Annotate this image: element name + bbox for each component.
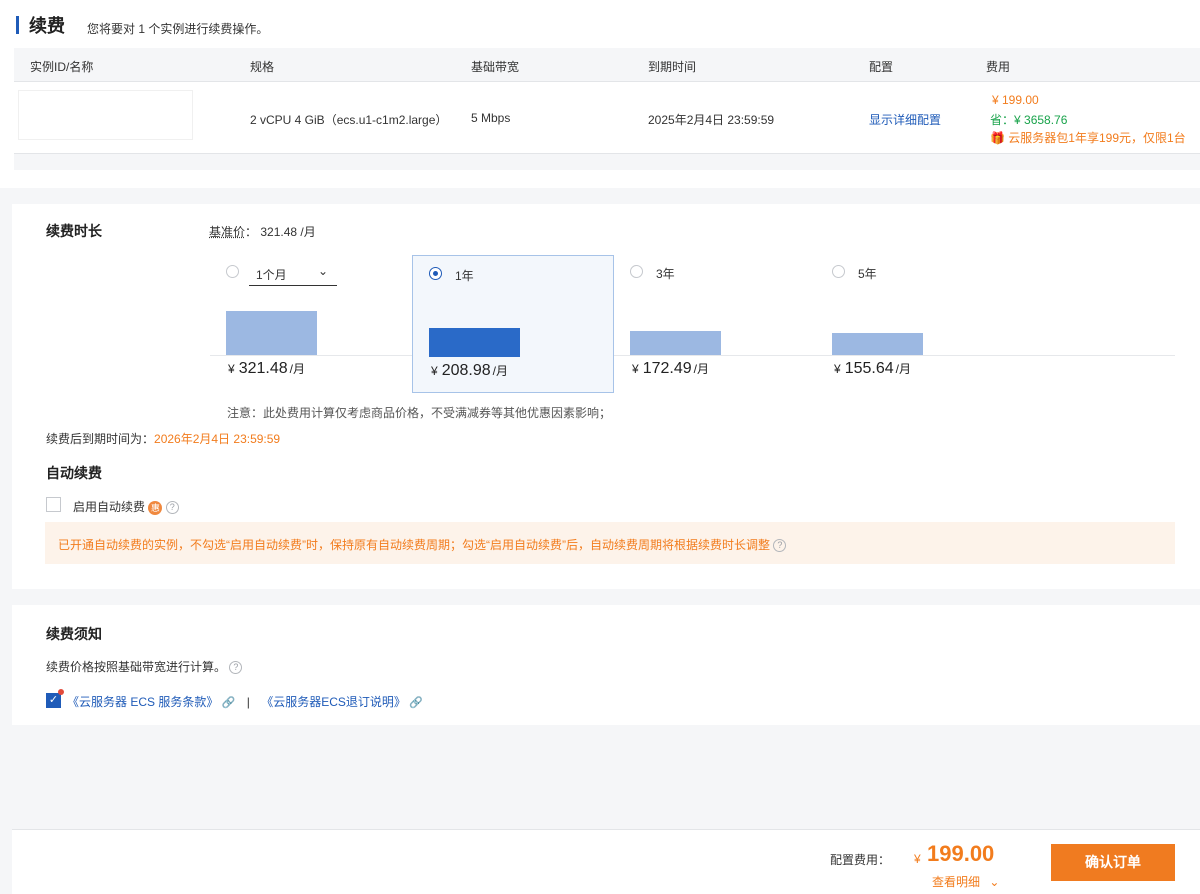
price-value: 321.48 (238, 360, 288, 377)
column-header-spec: 规格 (250, 60, 275, 74)
option-label-3year: 3年 (656, 267, 675, 281)
price-1year: ¥208.98/月 (431, 362, 508, 380)
ecs-refund-link[interactable]: 《云服务器ECS退订说明》 (261, 695, 406, 709)
page-subtitle: 您将要对 1 个实例进行续费操作。 (87, 22, 269, 36)
spec-cell: 2 vCPU 4 GiB（ecs.u1-c1m2.large） (250, 113, 448, 127)
per-month-unit: /月 (693, 362, 709, 376)
price-5year: ¥155.64/月 (834, 360, 911, 378)
price-3year: ¥172.49/月 (632, 360, 709, 378)
help-icon[interactable]: ? (165, 501, 179, 515)
fee-amount: 199.00 (927, 841, 995, 866)
per-month-unit: /月 (492, 364, 508, 378)
renew-header-panel: 续费 您将要对 1 个实例进行续费操作。 实例ID/名称 规格 基础带宽 到期时… (0, 0, 1200, 188)
expire-cell: 2025年2月4日 23:59:59 (648, 113, 775, 127)
base-price: 基准价： 321.48 /月 (209, 223, 316, 240)
currency-symbol: ¥ (834, 362, 841, 376)
tip-text: 已开通自动续费的实例，不勾选“启用自动续费”时，保持原有自动续费周期；勾选“启用… (58, 538, 770, 552)
duration-option-3year[interactable]: 3年 ¥172.49/月 (614, 254, 816, 392)
link-icon: 🔗 (221, 697, 236, 709)
per-month-unit: /月 (289, 362, 305, 376)
month-dropdown[interactable]: 1个月 ⌄ (249, 258, 337, 286)
table-row: 2 vCPU 4 GiB（ecs.u1-c1m2.large） 5 Mbps 2… (14, 82, 1200, 154)
auto-renew-tip: 已开通自动续费的实例，不勾选“启用自动续费”时，保持原有自动续费周期；勾选“启用… (45, 522, 1175, 564)
notice-title: 续费须知 (46, 626, 102, 642)
price-bar-3year (630, 331, 721, 355)
fee-value: ¥ 199.00 (992, 93, 1039, 107)
view-detail-text: 查看明细 (932, 875, 981, 889)
chevron-down-icon: ⌄ (317, 264, 328, 278)
auto-renew-checkbox[interactable] (46, 497, 61, 512)
required-dot (58, 689, 64, 695)
table-header: 实例ID/名称 规格 基础带宽 到期时间 配置 费用 (14, 48, 1200, 82)
duration-option-1month[interactable]: 1个月 ⌄ ¥321.48/月 (210, 254, 412, 392)
duration-option-5year[interactable]: 5年 ¥155.64/月 (816, 254, 1018, 392)
option-label-5year: 5年 (858, 267, 877, 281)
price-note: 注意：此处费用计算仅考虑商品价格，不受满减券等其他优惠因素影响； (227, 406, 612, 420)
duration-option-1year[interactable]: 1年 ¥208.98/月 (412, 255, 614, 393)
new-expire-time: 续费后到期时间为：2026年2月4日 23:59:59 (46, 430, 280, 447)
page-title: 续费 (29, 16, 65, 36)
confirm-order-button[interactable]: 确认订单 (1051, 844, 1175, 881)
radio-5year[interactable] (832, 265, 845, 278)
auto-renew-tip-text: 已开通自动续费的实例，不勾选“启用自动续费”时，保持原有自动续费周期；勾选“启用… (58, 536, 787, 553)
renew-duration-title: 续费时长 (46, 223, 102, 239)
price-bar-1month (226, 311, 317, 355)
column-header-expire: 到期时间 (648, 60, 697, 74)
new-expire-value: 2026年2月4日 23:59:59 (154, 432, 281, 446)
price-value: 155.64 (844, 360, 894, 377)
fee-currency: ¥ (914, 852, 921, 866)
radio-1month[interactable] (226, 265, 239, 278)
order-footer: 配置费用： ¥ 199.00 查看明细 ⌄ 确认订单 (12, 829, 1200, 894)
column-header-bandwidth: 基础带宽 (471, 60, 520, 74)
notice-text: 续费价格按照基础带宽进行计算。 (46, 660, 227, 674)
currency-symbol: ¥ (431, 364, 438, 378)
base-price-value: ： 321.48 /月 (245, 225, 316, 239)
save-label: 省： (990, 113, 1015, 127)
price-bar-1year (429, 328, 520, 357)
link-separator: | (246, 695, 250, 709)
column-header-instance: 实例ID/名称 (30, 60, 94, 74)
radio-1year[interactable] (429, 267, 442, 280)
base-price-label: 基准价 (209, 225, 246, 239)
instance-table: 实例ID/名称 规格 基础带宽 到期时间 配置 费用 2 vCPU 4 GiB（… (14, 48, 1200, 170)
column-header-fee: 费用 (986, 60, 1011, 74)
price-1month: ¥321.48/月 (228, 360, 305, 378)
chevron-down-icon: ⌄ (989, 875, 1000, 889)
gift-icon: 🎁 (990, 131, 1005, 145)
view-detail-link[interactable]: 查看明细 ⌄ (932, 873, 999, 890)
discount-badge-icon: 惠 (148, 500, 163, 515)
show-config-link[interactable]: 显示详细配置 (869, 111, 941, 128)
bandwidth-cell: 5 Mbps (471, 111, 511, 125)
price-value: 208.98 (441, 362, 491, 379)
price-value: 172.49 (642, 360, 692, 377)
per-month-unit: /月 (895, 362, 911, 376)
link-icon: 🔗 (409, 697, 423, 709)
promo-row: 🎁 云服务器包1年享199元，仅限1台 (990, 129, 1186, 146)
month-dropdown-value: 1个月 (256, 268, 287, 282)
renew-notice-panel: 续费须知 续费价格按照基础带宽进行计算。 ? ✓ 《云服务器 ECS 服务条款》… (12, 605, 1200, 725)
notice-text-row: 续费价格按照基础带宽进行计算。 ? (46, 658, 243, 675)
instance-name-redacted (18, 90, 193, 140)
currency-symbol: ¥ (632, 362, 639, 376)
column-header-config: 配置 (869, 60, 894, 74)
fee-label: 配置费用： (830, 853, 891, 867)
auto-renew-label[interactable]: 启用自动续费 (73, 500, 145, 514)
option-label-1year: 1年 (455, 269, 474, 283)
price-bar-5year (832, 333, 923, 355)
agreement-links: 《云服务器 ECS 服务条款》 🔗 | 《云服务器ECS退订说明》 🔗 (67, 693, 423, 710)
save-row: 省：¥ 3658.76 (990, 111, 1067, 128)
help-icon[interactable]: ? (773, 539, 787, 553)
currency-symbol: ¥ (228, 362, 235, 376)
title-accent-bar (16, 16, 19, 34)
auto-renew-label-row: 启用自动续费 惠 ? (73, 498, 179, 515)
promo-text: 云服务器包1年享199元，仅限1台 (1008, 131, 1186, 145)
ecs-terms-link[interactable]: 《云服务器 ECS 服务条款》 (67, 695, 218, 709)
radio-3year[interactable] (630, 265, 643, 278)
agree-checkbox[interactable]: ✓ (46, 693, 61, 708)
new-expire-label: 续费后到期时间为： (46, 432, 155, 446)
auto-renew-title: 自动续费 (46, 465, 102, 481)
save-amount: ¥ 3658.76 (1014, 113, 1068, 127)
renew-duration-panel: 续费时长 基准价： 321.48 /月 1个月 ⌄ ¥321.48/月 1年 ¥… (12, 204, 1200, 589)
help-icon[interactable]: ? (229, 661, 243, 675)
